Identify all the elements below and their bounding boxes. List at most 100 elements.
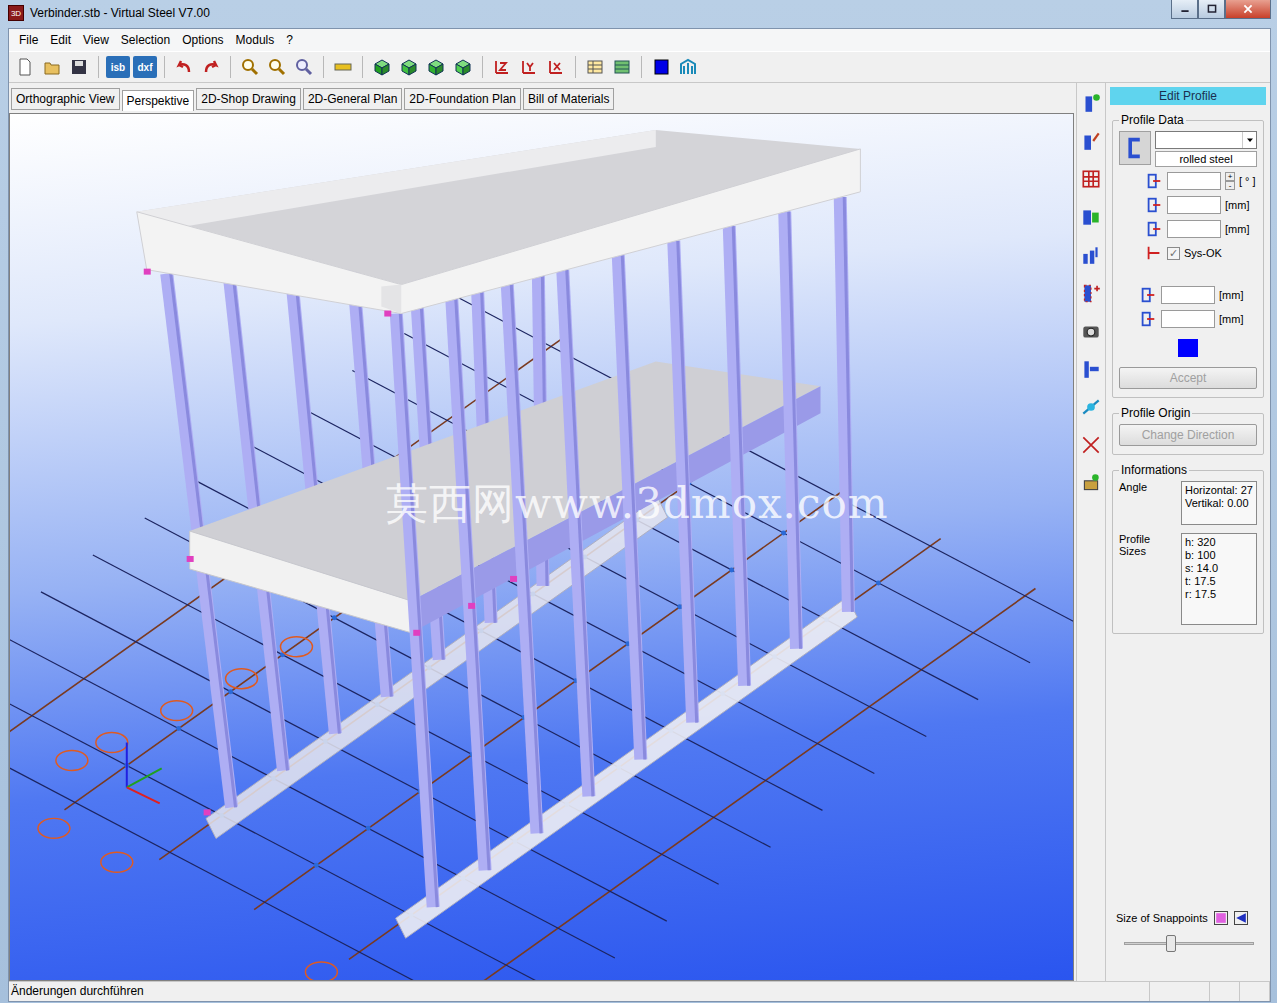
angle-spinner[interactable]: +-: [1225, 172, 1235, 190]
profile-dropdown[interactable]: [1155, 131, 1257, 149]
title-bar: 3DVerbinder.stb - Virtual Steel V7.00: [0, 0, 1277, 28]
column[interactable]: [563, 270, 593, 797]
structure-button[interactable]: [676, 55, 700, 79]
snappoint-slider[interactable]: [1124, 935, 1254, 951]
zoom-in-button[interactable]: [238, 55, 262, 79]
insert-button[interactable]: [1078, 279, 1104, 307]
table-button[interactable]: [583, 55, 607, 79]
menu-item[interactable]: ?: [280, 31, 299, 49]
menu-item[interactable]: Options: [176, 31, 229, 49]
value-input[interactable]: [1167, 172, 1221, 190]
grid-button[interactable]: [1078, 165, 1104, 193]
line-button[interactable]: [1078, 431, 1104, 459]
toolbar: isbdxf: [9, 51, 1270, 83]
top-slab[interactable]: [137, 130, 861, 314]
accept-button[interactable]: Accept: [1119, 367, 1257, 389]
axis-x-button[interactable]: [544, 55, 568, 79]
field-row: [mm]: [1119, 309, 1257, 329]
sys-ok-checkbox[interactable]: ✓: [1167, 247, 1180, 260]
undo-button[interactable]: [172, 55, 196, 79]
table-icon: [585, 57, 605, 77]
view-top-button[interactable]: [451, 55, 475, 79]
column[interactable]: [507, 284, 541, 833]
camera-button[interactable]: [1078, 317, 1104, 345]
view-tab[interactable]: 2D-Foundation Plan: [404, 88, 521, 110]
snap-point[interactable]: [187, 556, 194, 562]
value-input[interactable]: [1167, 196, 1221, 214]
menu-item[interactable]: Moduls: [230, 31, 281, 49]
field-row: +-[ ° ]: [1119, 171, 1257, 191]
add-column-button[interactable]: [1078, 89, 1104, 117]
edit-profile-button[interactable]: [1078, 127, 1104, 155]
profile-type-button[interactable]: [1119, 131, 1151, 165]
field-row: [mm]: [1119, 219, 1257, 239]
snap-point[interactable]: [384, 311, 391, 317]
axis-z-button[interactable]: [490, 55, 514, 79]
color-button[interactable]: [649, 55, 673, 79]
column[interactable]: [840, 197, 852, 612]
list-button[interactable]: [610, 55, 634, 79]
save-button[interactable]: [67, 55, 91, 79]
minimize-button[interactable]: [1171, 0, 1198, 19]
view-tab[interactable]: 2D-Shop Drawing: [196, 88, 301, 110]
view-side-button[interactable]: [424, 55, 448, 79]
measure-button[interactable]: [331, 55, 355, 79]
zoom-fit-button[interactable]: [292, 55, 316, 79]
view-tab[interactable]: Perspektive: [122, 90, 195, 111]
watermark: 莫西网www.3dmox.com: [386, 476, 889, 532]
snap-square-button[interactable]: [1214, 911, 1228, 925]
view-iso-button[interactable]: [370, 55, 394, 79]
column[interactable]: [452, 299, 489, 870]
zoom-out-button[interactable]: [265, 55, 289, 79]
profile-color-swatch[interactable]: [1178, 339, 1198, 357]
close-button[interactable]: [1225, 0, 1271, 19]
menu-item[interactable]: View: [77, 31, 115, 49]
export-button[interactable]: dxf: [133, 56, 157, 78]
model-3d-view[interactable]: [10, 114, 1073, 980]
beam-button[interactable]: [1078, 241, 1104, 269]
snap-point[interactable]: [144, 269, 151, 275]
snap-point[interactable]: [468, 603, 475, 609]
snap-point[interactable]: [413, 630, 420, 636]
view-tab[interactable]: Orthographic View: [11, 88, 120, 110]
snap-triangle-button[interactable]: [1234, 911, 1248, 925]
bolt-icon: [1080, 472, 1102, 494]
export-button[interactable]: isb: [106, 56, 130, 78]
view-front-button[interactable]: [397, 55, 421, 79]
maximize-button[interactable]: [1198, 0, 1225, 19]
bolt-button[interactable]: [1078, 469, 1104, 497]
menu-item[interactable]: Edit: [44, 31, 77, 49]
unit-label: [mm]: [1225, 199, 1249, 211]
change-direction-button[interactable]: Change Direction: [1119, 424, 1257, 446]
dimension-icon: [1145, 220, 1163, 238]
undo-icon: [174, 57, 194, 77]
viewport[interactable]: 莫西网www.3dmox.com: [9, 113, 1074, 981]
snap-point[interactable]: [204, 809, 211, 815]
axis-y-button[interactable]: [517, 55, 541, 79]
sys-ok-row[interactable]: ✓Sys-OK: [1119, 243, 1257, 263]
slider-thumb[interactable]: [1166, 935, 1176, 952]
axis-label-marker: [226, 669, 258, 689]
snap-point[interactable]: [510, 576, 517, 582]
menu-item[interactable]: File: [13, 31, 44, 49]
menu-item[interactable]: Selection: [115, 31, 176, 49]
snap-button[interactable]: [1078, 393, 1104, 421]
triangle-snap-icon: [1235, 912, 1247, 924]
column[interactable]: [785, 212, 801, 649]
value-input[interactable]: [1161, 286, 1215, 304]
open-button[interactable]: [40, 55, 64, 79]
column[interactable]: [729, 226, 748, 686]
foundation-strip[interactable]: [396, 597, 858, 938]
view-tab[interactable]: Bill of Materials: [523, 88, 614, 110]
align-button[interactable]: [1078, 355, 1104, 383]
new-file-button[interactable]: [13, 55, 37, 79]
view-tab[interactable]: 2D-General Plan: [303, 88, 402, 110]
value-input[interactable]: [1167, 220, 1221, 238]
offset-icon: [1139, 286, 1157, 304]
zoom-fit-icon: [294, 57, 314, 77]
column[interactable]: [396, 314, 437, 908]
redo-button[interactable]: [199, 55, 223, 79]
value-input[interactable]: [1161, 310, 1215, 328]
connection-button[interactable]: [1078, 203, 1104, 231]
axis-y-icon: [519, 57, 539, 77]
